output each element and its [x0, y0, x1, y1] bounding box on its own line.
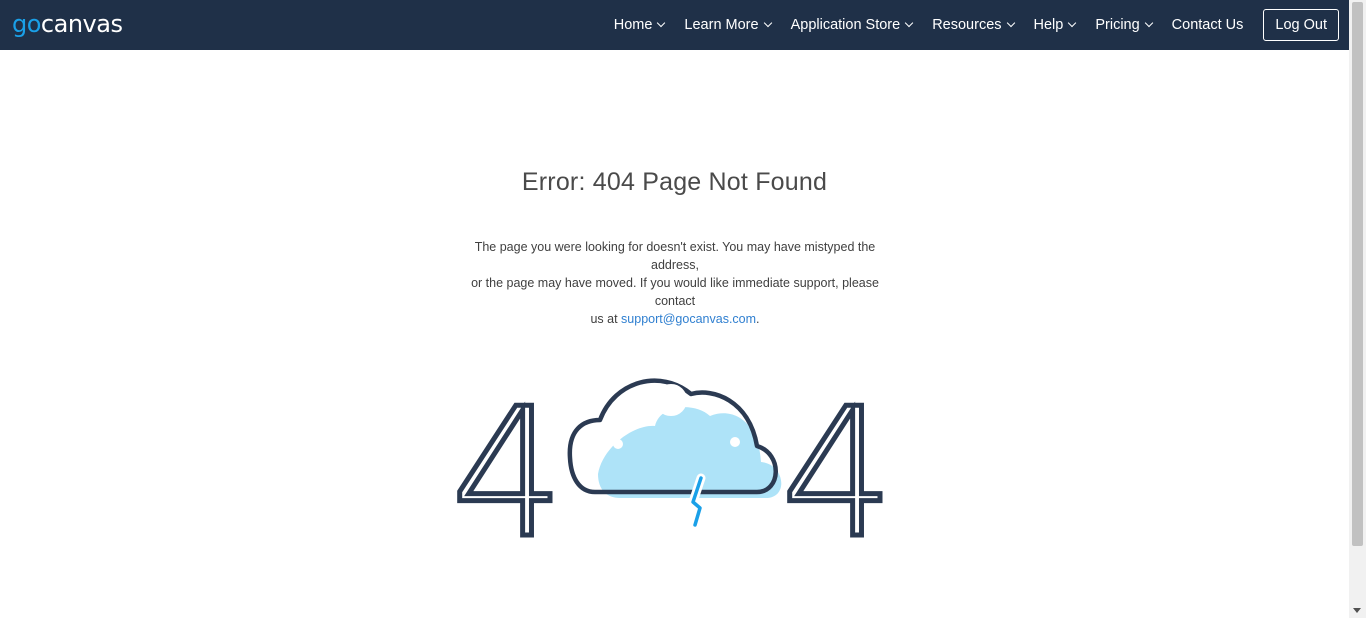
error-message-line-1: The page you were looking for doesn't ex… [474, 240, 876, 272]
error-message-line-2: or the page may have moved. If you would… [471, 276, 879, 308]
vertical-scrollbar[interactable] [1349, 0, 1366, 618]
chevron-down-icon [1144, 18, 1153, 28]
chevron-down-icon [1006, 18, 1015, 28]
nav-help-label: Help [1033, 17, 1064, 33]
nav-application-store-label: Application Store [790, 17, 901, 33]
error-message-line-3: us at support@gocanvas.com. [460, 310, 890, 328]
top-navigation-bar: gocanvas Home Learn More Application Sto… [0, 0, 1349, 50]
error-message: The page you were looking for doesn't ex… [460, 238, 890, 328]
nav-home-label: Home [613, 17, 653, 33]
nav-learn-more-label: Learn More [684, 17, 759, 33]
scroll-down-arrow-icon[interactable] [1353, 608, 1361, 613]
chevron-down-icon [763, 18, 772, 28]
nav-contact-us-label: Contact Us [1171, 17, 1244, 33]
chevron-down-icon [904, 18, 914, 28]
nav-resources-label: Resources [932, 17, 1002, 33]
nav-application-store[interactable]: Application Store [790, 9, 914, 41]
nav-home[interactable]: Home [613, 9, 666, 41]
nav-contact-us[interactable]: Contact Us [1172, 9, 1244, 41]
scrollbar-thumb[interactable] [1352, 2, 1363, 546]
logo-canvas-text: canvas [40, 10, 123, 38]
support-email-link[interactable]: support@gocanvas.com [621, 312, 756, 326]
main-nav: Home Learn More Application Store Resour… [614, 9, 1339, 41]
nav-pricing-label: Pricing [1095, 17, 1140, 33]
cloud-lightning-icon [567, 378, 782, 530]
main-content: Error: 404 Page Not Found The page you w… [0, 50, 1349, 618]
logo-go-text: go [12, 10, 41, 38]
gocanvas-logo[interactable]: gocanvas [12, 10, 123, 38]
contact-suffix: . [756, 312, 760, 326]
nav-learn-more[interactable]: Learn More [684, 9, 772, 41]
nav-resources[interactable]: Resources [932, 9, 1015, 41]
404-cloud-illustration: 4 4 [455, 368, 895, 543]
chevron-down-icon [1068, 18, 1077, 28]
chevron-down-icon [657, 18, 666, 28]
contact-prefix: us at [590, 312, 622, 326]
log-out-button[interactable]: Log Out [1263, 9, 1339, 41]
nav-pricing[interactable]: Pricing [1095, 9, 1153, 41]
nav-help[interactable]: Help [1033, 9, 1077, 41]
digit-four-right: 4 [781, 370, 894, 542]
page-title: Error: 404 Page Not Found [521, 168, 828, 196]
digit-four-left: 4 [455, 370, 564, 542]
